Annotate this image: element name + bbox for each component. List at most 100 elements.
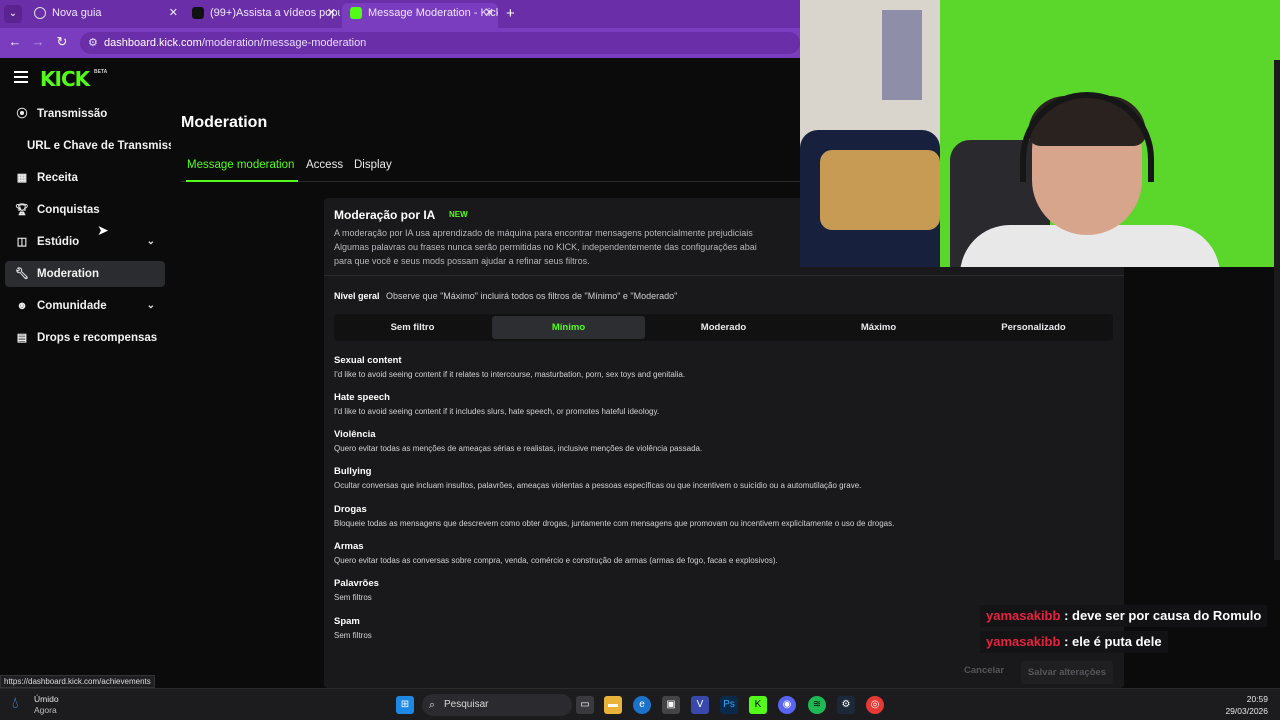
sidebar-item-moderation[interactable]: 🔧︎ Moderation <box>5 261 165 287</box>
sidebar-item-url-chave[interactable]: URL e Chave de Transmissão <box>5 133 171 159</box>
close-icon[interactable]: ✕ <box>485 3 494 24</box>
category-desc: Quero evitar todas as menções de ameaças… <box>334 444 703 453</box>
kick-app-icon[interactable]: K <box>749 696 767 714</box>
chat-text: : deve ser por causa do Romulo <box>1064 608 1262 623</box>
file-explorer-icon[interactable]: ▬ <box>604 696 622 714</box>
category-desc: Quero evitar todas as conversas sobre co… <box>334 556 778 565</box>
sidebar-item-estudio[interactable]: ◫ Estúdio ⌄ <box>5 229 165 255</box>
weather-icon[interactable]: 💧︎ <box>12 695 18 713</box>
drops-icon: ▤ <box>16 332 28 344</box>
vegas-icon[interactable]: V <box>691 696 709 714</box>
new-tab-button[interactable]: + <box>506 5 515 22</box>
trophy-icon: 🏆︎ <box>15 204 29 216</box>
tab-access[interactable]: Access <box>306 159 343 171</box>
level-option-personalizado[interactable]: Personalizado <box>957 316 1110 339</box>
browser-tab-active[interactable]: Message Moderation - Kick Da ✕ <box>342 3 498 28</box>
spotify-icon[interactable]: ≋ <box>808 696 826 714</box>
steam-icon[interactable]: ⚙ <box>837 696 855 714</box>
category-title: Drogas <box>334 504 367 515</box>
sidebar-item-label: Transmissão <box>37 108 108 120</box>
category-title: Sexual content <box>334 355 402 366</box>
tab-search-icon[interactable]: ⌄ <box>4 5 22 23</box>
tab-title: Message Moderation - Kick Da <box>368 7 498 19</box>
category-desc: Bloqueie todas as mensagens que descreve… <box>334 519 895 528</box>
webcam-pillow <box>820 150 940 230</box>
tab-title: (99+)Assista a vídeos populares <box>210 7 340 19</box>
photoshop-icon[interactable]: Ps <box>720 696 738 714</box>
category-title: Hate speech <box>334 392 390 403</box>
webcam-poster <box>882 10 922 100</box>
level-option-maximo[interactable]: Máximo <box>802 316 955 339</box>
clock-time: 20:59 <box>1246 694 1268 704</box>
level-note: Observe que "Máximo" incluirá todos os f… <box>386 291 678 301</box>
wrench-icon: 🔧︎ <box>15 268 29 280</box>
sidebar-item-comunidade[interactable]: ☻ Comunidade ⌄ <box>5 293 165 319</box>
back-icon[interactable]: ← <box>6 34 24 49</box>
chart-icon: ▦ <box>16 172 28 184</box>
taskbar: 💧︎ Úmido Agora ⊞ ⌕ Pesquisar ▭ ▬ e ▣ V P… <box>0 688 1280 720</box>
forward-icon[interactable]: → <box>29 34 47 49</box>
category-desc: I'd like to avoid seeing content if it i… <box>334 407 660 416</box>
taskbar-search[interactable]: ⌕ Pesquisar <box>422 694 572 716</box>
moderation-tabs: Message moderation Access Display <box>181 156 800 182</box>
system-clock[interactable]: 20:59 29/03/2026 <box>1225 693 1268 717</box>
url-field[interactable]: ⚙ dashboard.kick.com/moderation/message-… <box>80 32 800 54</box>
edge-icon[interactable]: e <box>633 696 651 714</box>
chat-username: yamasakibb <box>986 634 1061 649</box>
tab-title: Nova guia <box>52 7 102 19</box>
ai-moderation-title: Moderação por IA <box>334 208 436 222</box>
weather-title: Úmido <box>34 694 59 704</box>
chat-message: yamasakibb : deve ser por causa do Romul… <box>980 605 1268 627</box>
sidebar-item-label: Moderation <box>37 268 99 280</box>
category-item: Drogas Bloqueie todas as mensagens que d… <box>334 504 1094 528</box>
level-option-moderado[interactable]: Moderado <box>647 316 800 339</box>
level-option-sem-filtro[interactable]: Sem filtro <box>336 316 489 339</box>
browser-tab[interactable]: (99+)Assista a vídeos populares ✕ <box>184 3 340 28</box>
clock-date: 29/03/2026 <box>1225 706 1268 716</box>
new-badge: NEW <box>449 210 468 219</box>
chevron-down-icon: ⌄ <box>146 236 155 247</box>
level-label-row: Nível geral Observe que "Máximo" incluir… <box>334 291 677 301</box>
start-icon[interactable]: ⊞ <box>396 696 414 714</box>
site-info-icon[interactable]: ⚙ <box>88 32 98 54</box>
url-host: dashboard.kick.com <box>104 37 202 49</box>
task-view-icon[interactable]: ▭ <box>576 696 594 714</box>
sidebar-item-conquistas[interactable]: 🏆︎ Conquistas <box>5 197 165 223</box>
category-item: Hate speech I'd like to avoid seeing con… <box>334 392 1094 416</box>
chat-text: : ele é puta dele <box>1064 634 1162 649</box>
tab-display[interactable]: Display <box>354 159 392 171</box>
category-item: Palavrões Sem filtros <box>334 578 1094 602</box>
weather-widget[interactable]: Úmido Agora <box>34 694 59 716</box>
sidebar-item-transmissao[interactable]: ⦿ Transmissão <box>5 101 165 127</box>
search-icon: ⌕ <box>429 699 436 711</box>
reload-icon[interactable]: ↻ <box>53 34 71 50</box>
kick-logo[interactable]: KICK <box>40 67 90 91</box>
level-option-minimo[interactable]: Mínimo <box>492 316 645 339</box>
menu-icon[interactable] <box>14 71 28 83</box>
close-icon[interactable]: ✕ <box>327 3 336 24</box>
category-item: Armas Quero evitar todas as conversas so… <box>334 541 1094 565</box>
sidebar-item-label: Conquistas <box>37 204 100 216</box>
sidebar-item-label: Drops e recompensas <box>37 332 158 344</box>
sidebar-item-label: Comunidade <box>37 300 107 312</box>
weather-sub: Agora <box>34 705 57 715</box>
cancel-button[interactable]: Cancelar <box>964 665 1004 676</box>
store-icon[interactable]: ▣ <box>662 696 680 714</box>
kick-icon <box>350 7 362 19</box>
sidebar-item-receita[interactable]: ▦ Receita <box>5 165 165 191</box>
save-changes-button[interactable]: Salvar alterações <box>1021 661 1113 684</box>
description-line: A moderação por IA usa aprendizado de má… <box>334 228 753 238</box>
tab-message-moderation[interactable]: Message moderation <box>187 159 294 171</box>
chrome-icon[interactable]: ◎ <box>866 696 884 714</box>
browser-tab[interactable]: Nova guia ✕ <box>26 3 182 28</box>
page-scrollbar[interactable] <box>1274 60 1280 560</box>
tiktok-icon <box>192 7 204 19</box>
filter-level-selector: Sem filtro Mínimo Moderado Máximo Person… <box>334 314 1113 341</box>
discord-icon[interactable]: ◉ <box>778 696 796 714</box>
description-line: Algumas palavras ou frases nunca serão p… <box>334 242 757 252</box>
broadcast-icon: ⦿ <box>16 108 28 120</box>
sidebar-item-drops[interactable]: ▤ Drops e recompensas <box>5 325 165 351</box>
category-title: Armas <box>334 541 364 552</box>
community-icon: ☻ <box>16 300 28 312</box>
close-icon[interactable]: ✕ <box>169 3 178 24</box>
